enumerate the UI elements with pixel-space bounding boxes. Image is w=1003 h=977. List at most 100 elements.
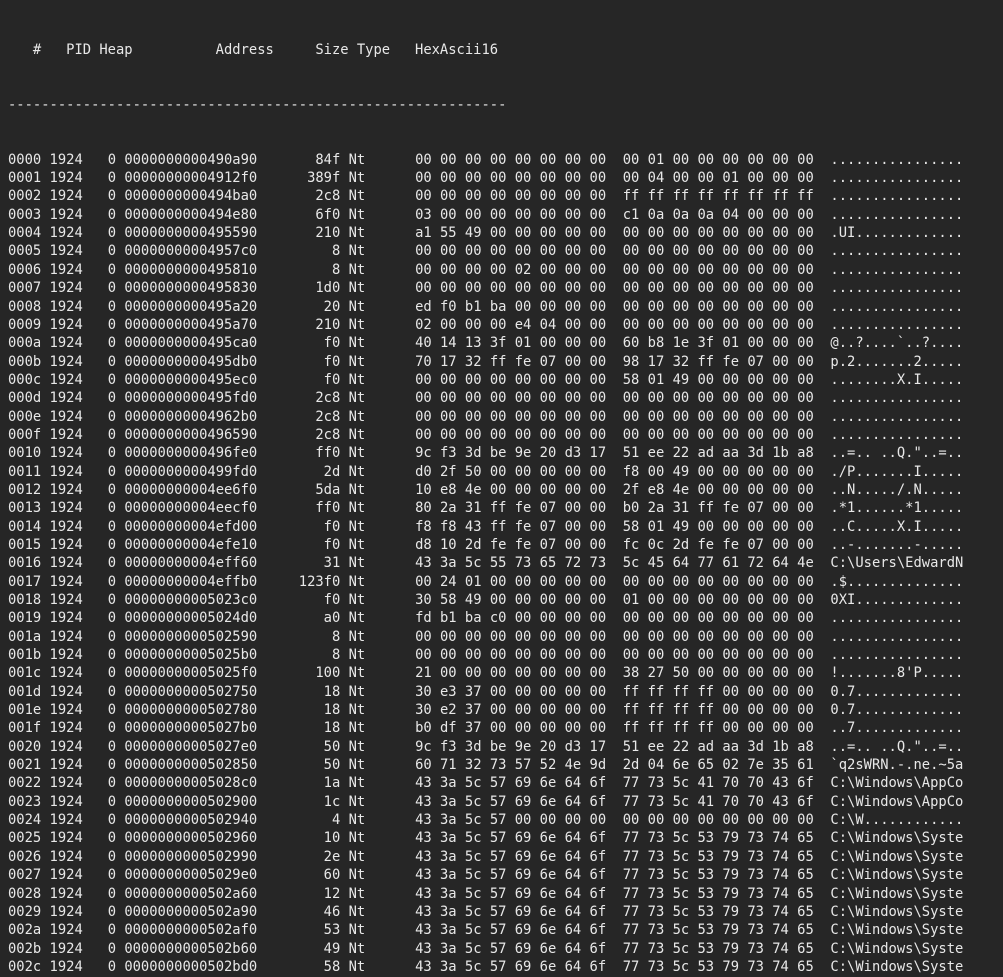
heap-entry-row: 0022 1924 0 00000000005028c0 1a Nt 43 3a…	[8, 774, 1003, 792]
hex-bytes-cell: 43 3a 5c 57 69 6e 64 6f 77 73 5c 53 79 7…	[365, 904, 814, 920]
address-cell: 0000000000502900	[116, 794, 257, 810]
ascii-cell: ................	[814, 317, 964, 333]
terminal-window[interactable]: # PID Heap Address Size Type HexAscii16 …	[0, 0, 1003, 977]
heap-entry-row: 0019 1924 0 00000000005024d0 a0 Nt fd b1…	[8, 609, 1003, 627]
ascii-cell: .*1......*1.....	[814, 500, 964, 516]
size-cell: 1d0	[257, 280, 340, 296]
pid-cell: 1924	[41, 243, 83, 259]
address-cell: 0000000000502990	[116, 849, 257, 865]
hex-bytes-cell: f8 f8 43 ff fe 07 00 00 58 01 49 00 00 0…	[365, 519, 814, 535]
hex-bytes-cell: 00 00 00 00 02 00 00 00 00 00 00 00 00 0…	[365, 262, 814, 278]
pid-cell: 1924	[41, 775, 83, 791]
size-cell: 1c	[257, 794, 340, 810]
heap-entry-row: 000d 1924 0 0000000000495fd0 2c8 Nt 00 0…	[8, 389, 1003, 407]
heap-entry-row: 0024 1924 0 0000000000502940 4 Nt 43 3a …	[8, 811, 1003, 829]
row-index-cell: 0007	[8, 280, 41, 296]
row-index-cell: 0028	[8, 886, 41, 902]
heap-cell: 0	[83, 445, 116, 461]
address-cell: 0000000000494ba0	[116, 188, 257, 204]
table-header-row: # PID Heap Address Size Type HexAscii16	[8, 41, 1003, 59]
hex-bytes-cell: ed f0 b1 ba 00 00 00 00 00 00 00 00 00 0…	[365, 299, 814, 315]
size-cell: 50	[257, 739, 340, 755]
pid-cell: 1924	[41, 941, 83, 957]
row-index-cell: 0003	[8, 207, 41, 223]
heap-entry-row: 0021 1924 0 0000000000502850 50 Nt 60 71…	[8, 756, 1003, 774]
size-cell: 46	[257, 904, 340, 920]
hex-bytes-cell: 43 3a 5c 57 69 6e 64 6f 77 73 5c 53 79 7…	[365, 886, 814, 902]
pid-cell: 1924	[41, 372, 83, 388]
pid-cell: 1924	[41, 629, 83, 645]
heap-entry-row: 0007 1924 0 0000000000495830 1d0 Nt 00 0…	[8, 279, 1003, 297]
address-cell: 0000000000502a60	[116, 886, 257, 902]
hex-bytes-cell: 00 00 00 00 00 00 00 00 00 00 00 00 00 0…	[365, 629, 814, 645]
heap-cell: 0	[83, 812, 116, 828]
type-cell: Nt	[340, 702, 365, 718]
heap-cell: 0	[83, 152, 116, 168]
address-cell: 00000000005023c0	[116, 592, 257, 608]
hex-bytes-cell: 70 17 32 ff fe 07 00 00 98 17 32 ff fe 0…	[365, 354, 814, 370]
hex-bytes-cell: 43 3a 5c 57 00 00 00 00 00 00 00 00 00 0…	[365, 812, 814, 828]
ascii-cell: ................	[814, 647, 964, 663]
type-cell: Nt	[340, 959, 365, 975]
address-cell: 0000000000495fd0	[116, 390, 257, 406]
heap-cell: 0	[83, 665, 116, 681]
row-index-cell: 0012	[8, 482, 41, 498]
row-index-cell: 002b	[8, 941, 41, 957]
hex-bytes-cell: 43 3a 5c 57 69 6e 64 6f 77 73 5c 53 79 7…	[365, 922, 814, 938]
heap-entry-row: 001c 1924 0 00000000005025f0 100 Nt 21 0…	[8, 664, 1003, 682]
pid-cell: 1924	[41, 464, 83, 480]
row-index-cell: 000c	[8, 372, 41, 388]
address-cell: 0000000000495db0	[116, 354, 257, 370]
pid-cell: 1924	[41, 904, 83, 920]
pid-cell: 1924	[41, 390, 83, 406]
ascii-cell: 0.7.............	[814, 702, 964, 718]
pid-cell: 1924	[41, 152, 83, 168]
heap-entry-row: 001d 1924 0 0000000000502750 18 Nt 30 e3…	[8, 683, 1003, 701]
size-cell: 2d	[257, 464, 340, 480]
size-cell: 389f	[257, 170, 340, 186]
heap-entry-row: 0028 1924 0 0000000000502a60 12 Nt 43 3a…	[8, 885, 1003, 903]
heap-cell: 0	[83, 317, 116, 333]
address-cell: 0000000000502850	[116, 757, 257, 773]
pid-cell: 1924	[41, 959, 83, 975]
address-cell: 0000000000502bd0	[116, 959, 257, 975]
heap-entry-row: 0020 1924 0 00000000005027e0 50 Nt 9c f3…	[8, 738, 1003, 756]
type-cell: Nt	[340, 464, 365, 480]
hex-bytes-cell: 03 00 00 00 00 00 00 00 c1 0a 0a 0a 04 0…	[365, 207, 814, 223]
hex-bytes-cell: 02 00 00 00 e4 04 00 00 00 00 00 00 00 0…	[365, 317, 814, 333]
heap-cell: 0	[83, 922, 116, 938]
ascii-cell: ................	[814, 170, 964, 186]
address-cell: 0000000000495ca0	[116, 335, 257, 351]
pid-cell: 1924	[41, 280, 83, 296]
hex-bytes-cell: 43 3a 5c 57 69 6e 64 6f 77 73 5c 53 79 7…	[365, 941, 814, 957]
pid-cell: 1924	[41, 702, 83, 718]
hex-bytes-cell: 43 3a 5c 57 69 6e 64 6f 77 73 5c 53 79 7…	[365, 830, 814, 846]
heap-entry-row: 0002 1924 0 0000000000494ba0 2c8 Nt 00 0…	[8, 187, 1003, 205]
heap-entry-row: 0012 1924 0 00000000004ee6f0 5da Nt 10 e…	[8, 481, 1003, 499]
type-cell: Nt	[340, 482, 365, 498]
hex-bytes-cell: 00 00 00 00 00 00 00 00 58 01 49 00 00 0…	[365, 372, 814, 388]
size-cell: 8	[257, 243, 340, 259]
address-cell: 0000000000502590	[116, 629, 257, 645]
address-cell: 0000000000502a90	[116, 904, 257, 920]
address-cell: 0000000000495590	[116, 225, 257, 241]
pid-cell: 1924	[41, 188, 83, 204]
row-index-cell: 0001	[8, 170, 41, 186]
size-cell: a0	[257, 610, 340, 626]
address-cell: 0000000000495a20	[116, 299, 257, 315]
heap-entry-row: 000e 1924 0 00000000004962b0 2c8 Nt 00 0…	[8, 408, 1003, 426]
heap-entry-row: 0008 1924 0 0000000000495a20 20 Nt ed f0…	[8, 298, 1003, 316]
ascii-cell: C:\Windows\Syste	[814, 959, 964, 975]
heap-cell: 0	[83, 188, 116, 204]
pid-cell: 1924	[41, 647, 83, 663]
ascii-cell: 0.7.............	[814, 684, 964, 700]
heap-cell: 0	[83, 500, 116, 516]
heap-entry-row: 0006 1924 0 0000000000495810 8 Nt 00 00 …	[8, 261, 1003, 279]
hex-bytes-cell: 9c f3 3d be 9e 20 d3 17 51 ee 22 ad aa 3…	[365, 739, 814, 755]
address-cell: 00000000004efe10	[116, 537, 257, 553]
size-cell: 8	[257, 262, 340, 278]
heap-entry-row: 0015 1924 0 00000000004efe10 f0 Nt d8 10…	[8, 536, 1003, 554]
ascii-cell: ................	[814, 427, 964, 443]
ascii-cell: ................	[814, 299, 964, 315]
header-separator: ----------------------------------------…	[8, 96, 1003, 114]
